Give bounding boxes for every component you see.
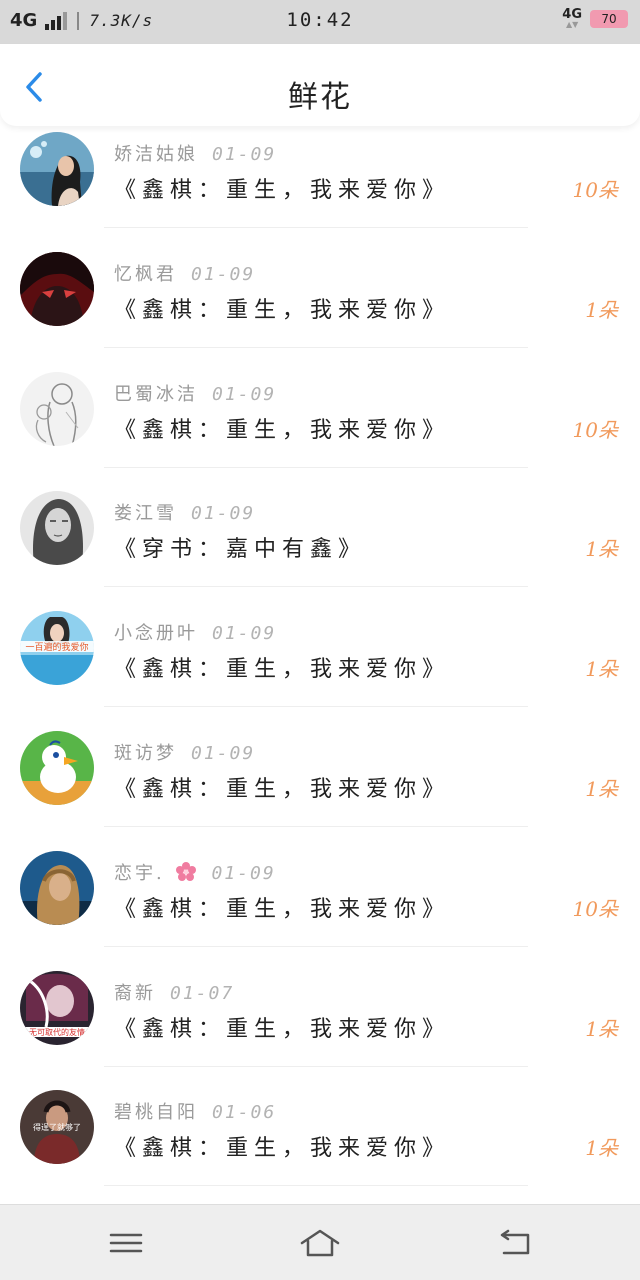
item-meta: 小念册叶 01-09 [114, 619, 276, 645]
avatar[interactable]: 一百遍的我爱你 [20, 611, 94, 686]
item-date: 01-09 [212, 623, 277, 645]
avatar[interactable] [20, 491, 94, 566]
battery-icon: 70 [590, 9, 628, 28]
book-title: 《鑫棋：重生，我来爱你》 [114, 657, 451, 683]
divider [104, 346, 528, 348]
list-item[interactable]: 巴蜀冰洁 01-09 《鑫棋：重生，我来爱你》 10朵 [0, 366, 640, 486]
user-name: 恋宇. [114, 862, 165, 884]
flower-count: 10朵 [572, 417, 618, 442]
book-title: 《鑫棋：重生，我来爱你》 [114, 1016, 451, 1042]
menu-button[interactable] [106, 1225, 146, 1261]
item-meta: 娇洁姑娘 01-09 [114, 140, 276, 166]
user-name: 巴蜀冰洁 [114, 383, 198, 405]
item-date: 01-09 [212, 383, 277, 405]
list-item[interactable]: 一百遍的我爱你 小念册叶 01-09 《鑫棋：重生，我来爱你》 1朵 [0, 605, 640, 725]
flower-count: 1朵 [585, 1136, 618, 1161]
status-bar: 4G 7.3K/s 10:42 4G ▲▼ 70 [0, 0, 640, 44]
back-nav-button[interactable] [496, 1225, 536, 1261]
avatar-caption: 得逞了就够了 [33, 1122, 81, 1132]
avatar-caption: 一百遍的我爱你 [25, 641, 88, 653]
book-title: 《鑫棋：重生，我来爱你》 [114, 776, 451, 802]
network-4g-icon: 4G ▲▼ [562, 7, 582, 29]
cherry-blossom-icon [175, 861, 197, 884]
item-date: 01-09 [212, 144, 277, 165]
flower-count: 1朵 [585, 1016, 618, 1041]
flower-gift-list: 娇洁姑娘 01-09 《鑫棋：重生，我来爱你》 10朵 忆枫君 01-09 《鑫棋：… [0, 126, 640, 1204]
home-icon [300, 1229, 340, 1257]
user-name: 娄江雪 [114, 503, 177, 525]
divider [104, 586, 528, 588]
avatar[interactable] [20, 850, 94, 925]
avatar[interactable] [20, 132, 94, 206]
list-item[interactable]: 无可取代的友情 裔新 01-07 《鑫棋：重生，我来爱你》 1朵 [0, 965, 640, 1085]
item-meta: 娄江雪 01-09 [114, 499, 255, 525]
list-item[interactable]: 娄江雪 01-09 《穿书：嘉中有鑫》 1朵 [0, 485, 640, 605]
book-title: 《鑫棋：重生，我来爱你》 [114, 1136, 451, 1162]
flower-count: 1朵 [585, 776, 618, 801]
user-name: 忆枫君 [114, 263, 177, 285]
user-name: 斑访梦 [114, 742, 177, 764]
page-title: 鲜花 [288, 80, 352, 115]
item-meta: 斑访梦 01-09 [114, 739, 255, 765]
item-date: 01-09 [191, 742, 256, 764]
avatar[interactable] [20, 371, 94, 446]
avatar[interactable]: 得逞了就够了 [20, 1090, 94, 1165]
menu-icon [109, 1233, 143, 1253]
battery-level: 70 [601, 11, 617, 26]
divider [104, 1185, 528, 1187]
list-item[interactable]: 斑访梦 01-09 《鑫棋：重生，我来爱你》 1朵 [0, 725, 640, 845]
user-name: 娇洁姑娘 [114, 144, 198, 165]
item-meta: 恋宇. 01-09 [114, 859, 276, 885]
flower-count: 10朵 [572, 896, 618, 921]
item-date: 01-09 [191, 503, 256, 525]
book-title: 《鑫棋：重生，我来爱你》 [114, 297, 451, 323]
user-name: 小念册叶 [114, 623, 198, 645]
item-meta: 碧桃自阳 01-06 [114, 1098, 276, 1124]
item-meta: 裔新 01-07 [114, 979, 234, 1005]
back-arrow-icon [500, 1229, 530, 1255]
item-meta: 巴蜀冰洁 01-09 [114, 380, 276, 406]
divider [104, 825, 528, 827]
flower-count: 1朵 [585, 657, 618, 682]
book-title: 《鑫棋：重生，我来爱你》 [114, 417, 451, 443]
item-date: 01-09 [211, 862, 276, 884]
book-title: 《穿书：嘉中有鑫》 [114, 537, 367, 563]
status-right: 4G ▲▼ 70 [562, 8, 628, 29]
avatar[interactable] [20, 730, 94, 805]
divider [104, 945, 528, 947]
book-title: 《鑫棋：重生，我来爱你》 [114, 178, 451, 203]
item-meta: 忆枫君 01-09 [114, 260, 255, 286]
flower-count: 10朵 [572, 178, 618, 202]
item-date: 01-06 [212, 1102, 277, 1124]
divider [104, 706, 528, 708]
item-date: 01-07 [170, 982, 235, 1004]
user-name: 碧桃自阳 [114, 1102, 198, 1124]
divider [104, 1065, 528, 1067]
list-item[interactable]: 娇洁姑娘 01-09 《鑫棋：重生，我来爱你》 10朵 [0, 126, 640, 246]
app-header: 鲜花 [0, 44, 640, 126]
divider [104, 466, 528, 468]
flower-count: 1朵 [585, 537, 618, 562]
status-time: 10:42 [286, 9, 354, 31]
user-name: 裔新 [114, 982, 156, 1004]
avatar[interactable]: 无可取代的友情 [20, 970, 94, 1045]
avatar-caption: 无可取代的友情 [29, 1027, 85, 1037]
list-item[interactable]: 得逞了就够了 碧桃自阳 01-06 《鑫棋：重生，我来爱你》 1朵 [0, 1084, 640, 1204]
book-title: 《鑫棋：重生，我来爱你》 [114, 896, 451, 922]
item-date: 01-09 [191, 263, 256, 285]
divider [104, 227, 528, 228]
home-button[interactable] [298, 1225, 342, 1261]
system-nav-bar [0, 1204, 640, 1280]
flower-count: 1朵 [585, 297, 618, 322]
list-item[interactable]: 恋宇. 01-09 《鑫棋：重生，我来爱你》 10朵 [0, 845, 640, 965]
list-item[interactable]: 忆枫君 01-09 《鑫棋：重生，我来爱你》 1朵 [0, 246, 640, 366]
avatar[interactable] [20, 251, 94, 326]
